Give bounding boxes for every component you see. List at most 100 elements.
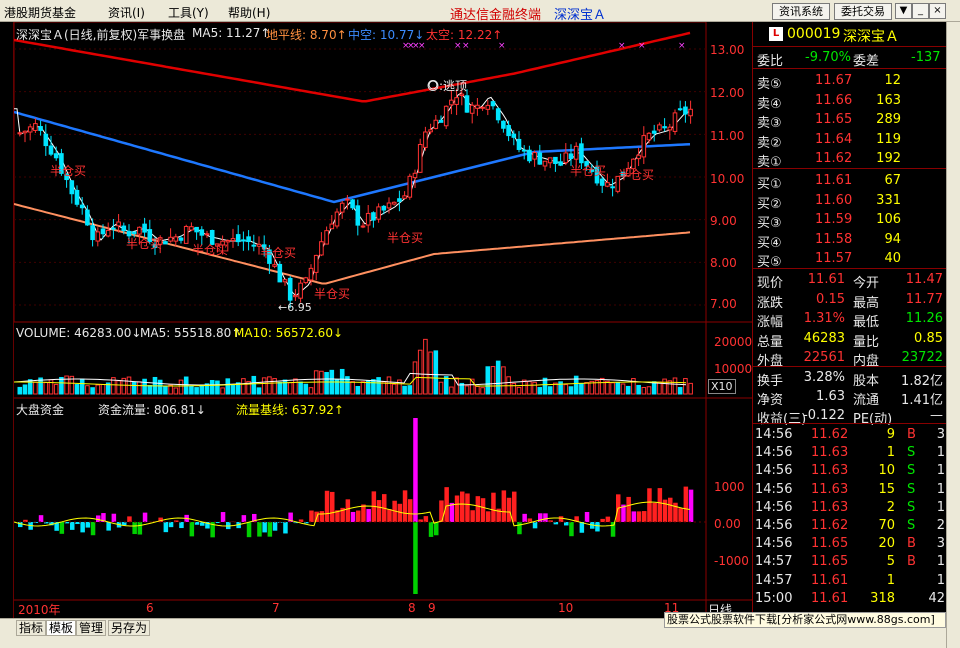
scrollbar[interactable]	[946, 22, 960, 648]
tab-indicator[interactable]: 指标	[16, 620, 47, 636]
stat-label: 股本	[853, 374, 880, 389]
close-icon[interactable]: ×	[929, 3, 946, 19]
candle-body	[43, 133, 49, 147]
menu-tools[interactable]: 工具(Y)	[168, 4, 209, 21]
vol-ma5-legend: MA5: 55518.80↑	[140, 326, 242, 340]
bid-price: 11.59	[815, 212, 853, 227]
volume-bar	[599, 377, 605, 395]
left-strip	[0, 22, 14, 618]
order-ratio-value: -9.70%	[805, 50, 851, 65]
l-badge-icon: L	[769, 27, 783, 41]
tick-count: 1	[936, 481, 945, 497]
tab-save-as[interactable]: 另存为	[108, 620, 151, 636]
ask-volume: 163	[876, 92, 901, 108]
candle-body	[428, 129, 433, 133]
tick-volume: 70	[878, 518, 895, 533]
tick-price: 11.65	[811, 554, 849, 570]
fund-bar	[605, 516, 611, 522]
volume-bar	[59, 376, 64, 395]
volume-bar	[173, 387, 179, 395]
tick-volume: 9	[886, 427, 895, 442]
fund-tick: 1000	[714, 480, 745, 494]
half-buy-label: 半仓买	[570, 164, 607, 178]
minimize-icon[interactable]: _	[912, 3, 929, 19]
dropdown-icon[interactable]: ▼	[895, 3, 912, 19]
candle-body	[677, 108, 683, 111]
fund-bar	[80, 522, 85, 533]
candle-body	[142, 223, 147, 233]
volume-bar	[495, 360, 501, 395]
promo-banner[interactable]: 股票公式股票软件下载[分析家公式网www.88gs.com]	[664, 612, 946, 628]
kline-chart-area[interactable]: × × × × × × × × × × 深深宝Ａ(日线,前复权)军事换盘 MA5: 11.27↑ …	[14, 22, 752, 618]
fund-bar	[111, 513, 117, 522]
candle-body	[282, 279, 288, 283]
fund-bar	[480, 498, 486, 522]
stat-value: 22561	[803, 350, 845, 365]
fund-bar	[454, 495, 460, 522]
fund-bar	[626, 496, 631, 522]
tick-volume: 20	[878, 536, 895, 552]
stat-value: 23722	[901, 350, 943, 365]
stat-value: 0.15	[816, 291, 845, 307]
candle-body	[246, 236, 251, 243]
tab-manage[interactable]: 管理	[76, 620, 107, 636]
tick-volume: 5	[886, 554, 895, 570]
stat-value: 46283	[803, 330, 845, 346]
ask-row: 卖⑤ 11.67 12	[753, 72, 947, 92]
tick-price: 11.63	[811, 499, 849, 515]
candle-body	[324, 230, 329, 245]
trade-button[interactable]: 委托交易	[834, 3, 892, 20]
candle-body	[100, 228, 106, 235]
bid-label: 买④	[757, 235, 782, 251]
candle-body	[131, 231, 137, 235]
candle-body	[168, 236, 173, 242]
menu-info[interactable]: 资讯(I)	[108, 4, 145, 21]
volume-bar	[428, 351, 433, 395]
tick-count: 3	[936, 536, 945, 552]
fund-bar	[470, 510, 475, 522]
tick-row: 14:56 11.62 70 S 2	[753, 517, 947, 536]
candle-body	[417, 143, 423, 173]
order-diff-value: -137	[911, 50, 941, 65]
tick-count: 1	[936, 572, 945, 588]
stat-label: 最高	[853, 295, 880, 311]
volume-bar	[646, 386, 652, 395]
half-buy-label: 半仓买	[126, 237, 163, 251]
candle-body	[475, 104, 480, 109]
volume-bar	[625, 385, 631, 395]
bid-volume: 67	[884, 173, 901, 188]
volume-bar	[662, 378, 667, 395]
volume-bar	[220, 387, 225, 395]
ask-label: 卖④	[757, 96, 782, 112]
stat-row: 换手 3.28% 股本 1.82亿	[753, 369, 947, 389]
stat-label: 收益(三)	[757, 412, 807, 427]
volume-bar	[402, 385, 407, 395]
ask-label: 卖②	[757, 135, 782, 151]
time-label: 10	[558, 601, 574, 615]
volume-bar	[261, 377, 267, 395]
menu-hk-futures[interactable]: 港股期货基金	[4, 4, 76, 21]
half-buy-label: 半仓买	[192, 243, 229, 257]
candle-body	[605, 182, 610, 187]
stat-label: PE(动)	[853, 412, 893, 427]
candle-body	[371, 212, 376, 221]
volume-bar	[48, 379, 54, 395]
volume-bar	[256, 387, 262, 395]
stat-row: 总量 46283 量比 0.85	[753, 330, 947, 350]
stat-label: 量比	[853, 334, 880, 350]
fund-bar	[85, 522, 91, 528]
volume-bar	[433, 350, 439, 395]
menu-help[interactable]: 帮助(H)	[228, 4, 270, 21]
info-system-button[interactable]: 资讯系统	[772, 3, 830, 20]
candle-body	[235, 234, 241, 243]
volume-bar	[215, 380, 220, 395]
fund-bar	[38, 515, 44, 522]
tick-time: 14:56	[755, 518, 793, 533]
fund-bar	[428, 522, 434, 537]
tab-template[interactable]: 模板	[46, 620, 77, 636]
volume-bar	[298, 381, 303, 395]
fund-bar	[449, 502, 455, 522]
volume-bar	[251, 375, 257, 395]
stock-name: 深深宝Ａ	[843, 29, 899, 45]
fund-bar	[163, 522, 169, 533]
